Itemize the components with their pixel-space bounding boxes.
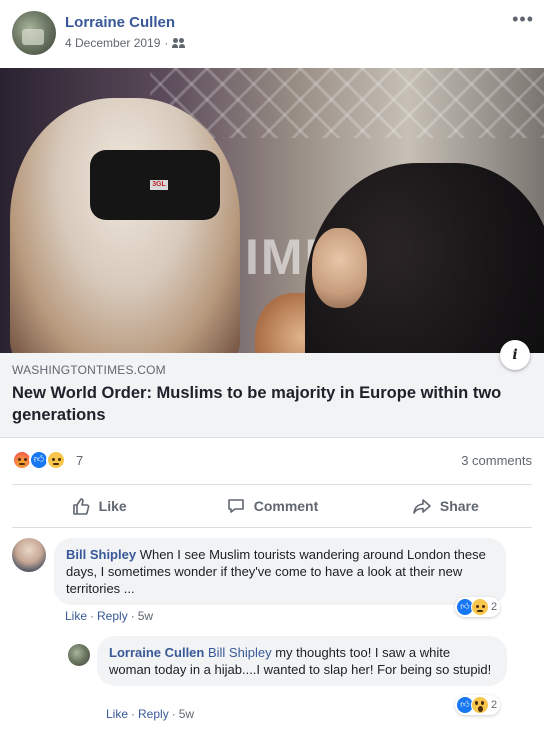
comment-reply-link[interactable]: Reply [97, 609, 128, 623]
comment-reactions[interactable]: 👍︎ 2 [455, 597, 501, 617]
comment-reply-link[interactable]: Reply [138, 707, 169, 721]
wow-reaction-icon [471, 696, 489, 714]
post-date[interactable]: 4 December 2019 [65, 36, 160, 50]
info-icon[interactable]: i [500, 340, 530, 370]
meta-separator: · [130, 609, 135, 623]
image-headset-label: 3GL [150, 180, 168, 190]
commenter-avatar[interactable] [68, 644, 90, 666]
meta-separator: · [171, 707, 176, 721]
commenter-name[interactable]: Lorraine Cullen [109, 645, 204, 660]
meta-separator: · [131, 707, 136, 721]
author-name[interactable]: Lorraine Cullen [65, 14, 175, 31]
like-button[interactable]: Like [12, 485, 185, 527]
comment-meta: Like · Reply · 5w [106, 707, 194, 721]
comment-reply: Lorraine Cullen Bill Shipley my thoughts… [0, 632, 544, 732]
reactions-summary: 👍︎ 7 3 comments [12, 450, 532, 472]
comment-like-link[interactable]: Like [65, 609, 87, 623]
commenter-name[interactable]: Bill Shipley [66, 547, 136, 562]
commenter-avatar[interactable] [12, 538, 46, 572]
comment-button[interactable]: Comment [185, 485, 358, 527]
more-options-icon[interactable]: ••• [512, 10, 534, 28]
comment-icon [227, 499, 244, 513]
meta-separator: · [90, 609, 95, 623]
comment-bubble: Lorraine Cullen Bill Shipley my thoughts… [97, 636, 507, 686]
reaction-icons[interactable]: 👍︎ [12, 450, 66, 470]
share-button-label: Share [439, 498, 479, 514]
link-preview-box[interactable]: WASHINGTONTIMES.COM New World Order: Mus… [0, 353, 544, 438]
image-stage-truss [150, 68, 544, 138]
post-meta: 4 December 2019 · [65, 36, 186, 50]
meta-separator: · [164, 36, 169, 50]
image-person-left [10, 98, 240, 353]
thumbs-up-icon [72, 498, 90, 515]
comment-time[interactable]: 5w [138, 609, 153, 623]
comment-button-label: Comment [253, 498, 319, 514]
comment-like-link[interactable]: Like [106, 707, 128, 721]
comment: Bill Shipley When I see Muslim tourists … [0, 534, 544, 629]
comment-reaction-count: 2 [491, 699, 498, 711]
like-button-label: Like [98, 498, 127, 514]
image-person-right-face [312, 228, 367, 308]
comment-meta: Like · Reply · 5w [65, 609, 153, 623]
comment-reactions[interactable]: 👍︎ 2 [455, 695, 501, 715]
sad-reaction-icon [471, 598, 489, 616]
sad-reaction-icon [46, 450, 66, 470]
share-button[interactable]: Share [359, 485, 532, 527]
mentioned-user[interactable]: Bill Shipley [208, 645, 272, 660]
link-domain: WASHINGTONTIMES.COM [12, 363, 166, 377]
comment-bubble: Bill Shipley When I see Muslim tourists … [54, 538, 506, 605]
share-icon [413, 499, 431, 514]
post-header: Lorraine Cullen 4 December 2019 · ••• [0, 0, 544, 68]
post-action-bar: Like Comment Share [12, 484, 532, 528]
reaction-count[interactable]: 7 [76, 453, 83, 468]
comments-count[interactable]: 3 comments [461, 453, 532, 468]
link-title[interactable]: New World Order: Muslims to be majority … [12, 382, 512, 426]
author-avatar[interactable] [12, 11, 56, 55]
comment-time[interactable]: 5w [179, 707, 194, 721]
link-preview-image[interactable]: IMM 3GL [0, 68, 544, 353]
comment-reaction-count: 2 [491, 601, 498, 613]
friends-icon[interactable] [172, 37, 186, 49]
